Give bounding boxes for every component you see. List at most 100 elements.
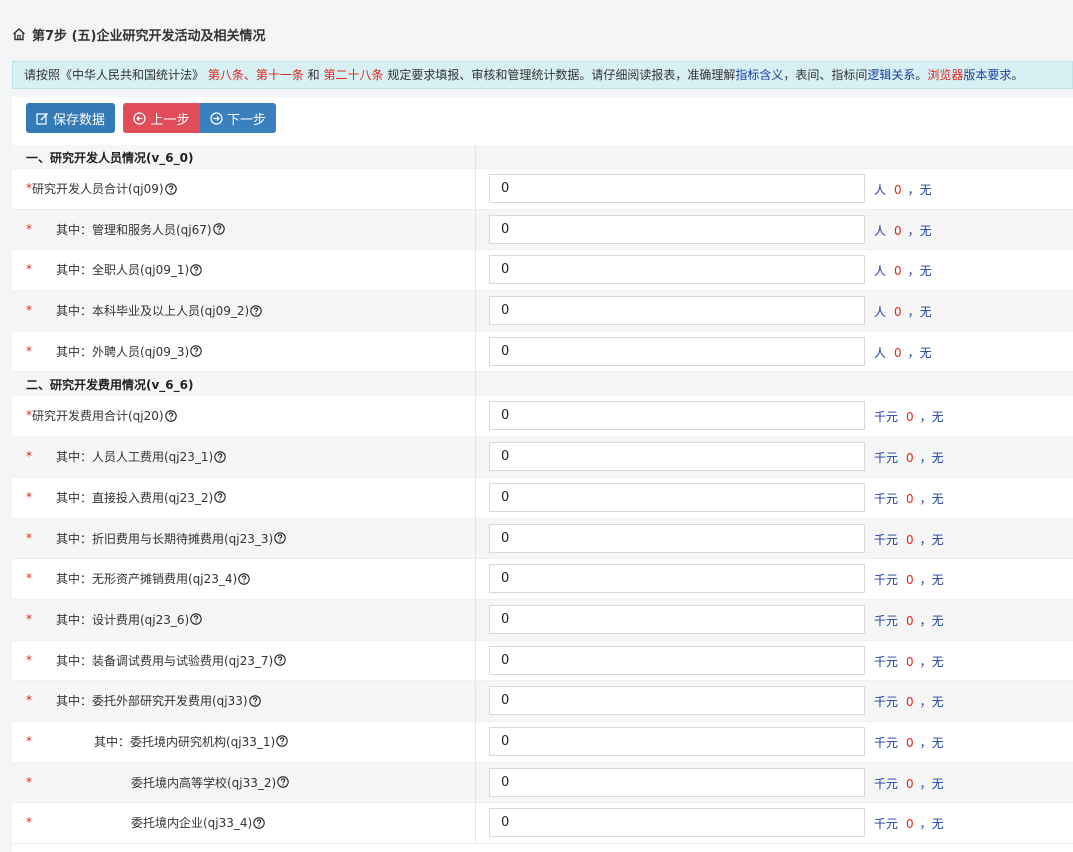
help-icon[interactable] (250, 304, 262, 317)
indicator-value-input[interactable] (489, 645, 865, 675)
notice-and: 和 (303, 68, 324, 82)
unit-note: ，无 (919, 695, 944, 710)
next-step-button[interactable]: 下一步 (200, 103, 276, 133)
table-row: * 其中：本科毕业及以上人员(qj09_2) 人0 ，无 (12, 291, 1073, 332)
unit-info: 千元 0 ，无 (874, 408, 944, 425)
browser-link[interactable]: 浏览器 (927, 68, 963, 82)
column-divider (475, 762, 476, 803)
help-icon[interactable] (274, 654, 286, 666)
indicator-meaning-link[interactable]: 指标含义 (735, 68, 783, 82)
required-marker: * (26, 611, 32, 626)
previous-step-label: 上一步 (150, 112, 190, 128)
column-divider (475, 518, 476, 559)
help-icon[interactable] (190, 613, 202, 626)
indicator-value-input[interactable] (489, 686, 865, 716)
indicator-value-input[interactable] (489, 604, 865, 634)
column-divider (475, 437, 476, 477)
toolbar: 保存数据 上一步 下一步 (26, 103, 276, 133)
prior-value: 0 (906, 735, 914, 750)
help-icon[interactable] (164, 410, 177, 422)
indicator-value-input[interactable] (489, 336, 865, 366)
table-row: * 其中：委托外部研究开发费用(qj33) 千元 0 ，无 (12, 681, 1073, 722)
prior-value: 0 (894, 305, 902, 320)
indicator-label-text: 其中：装备调试费用与试验费用(qj23_7) (56, 653, 274, 668)
unit-info: 千元 0 ，无 (874, 693, 944, 710)
column-divider (475, 477, 476, 518)
help-icon[interactable] (253, 817, 265, 829)
notice-text-2: 规定要求填报、审核和管理统计数据。请仔细阅读报表，准确理解 (383, 68, 736, 82)
section-header: 一、研究开发人员情况(v_6_0) (12, 145, 1073, 169)
unit-label: 千元 (874, 735, 899, 750)
indicator-label-text: 其中：本科毕业及以上人员(qj09_2) (56, 304, 250, 319)
help-icon[interactable] (164, 182, 177, 195)
unit-note: ，无 (919, 613, 944, 628)
unit-note: ，无 (919, 817, 944, 832)
indicator-label: 其中：全职人员(qj09_1) (56, 261, 202, 278)
table-row: *研究开发费用合计(qj20)千元0，无 (12, 396, 1073, 438)
indicator-value-input[interactable] (489, 255, 865, 285)
indicator-value-input[interactable] (489, 523, 865, 553)
unit-note: ，无 (919, 410, 944, 425)
indicator-label: 其中：装备调试费用与试验费用(qj23_7) (56, 652, 286, 669)
table-row: * 其中：全职人员(qj09_1) 人0 ，无 (12, 250, 1073, 292)
unit-info: 千元 0 ，无 (874, 734, 944, 751)
prior-value: 0 (906, 532, 914, 547)
arrow-circle-left-icon (133, 111, 147, 125)
unit-note: ，无 (907, 264, 932, 279)
indicator-value-input[interactable] (489, 174, 865, 203)
prior-value: 0 (906, 817, 914, 832)
unit-label: 千元 (874, 817, 899, 832)
help-icon[interactable] (277, 776, 289, 788)
help-icon[interactable] (214, 491, 226, 504)
indicator-value-input[interactable] (489, 214, 865, 244)
indicator-value-input[interactable] (489, 564, 865, 594)
notice-law-articles: 第八条、第十一条 (207, 68, 304, 82)
indicator-value-input[interactable] (489, 726, 865, 756)
unit-label: 人 (874, 305, 887, 320)
indicator-value-input[interactable] (489, 482, 865, 512)
help-icon[interactable] (212, 223, 225, 235)
unit-label: 千元 (874, 654, 899, 669)
indicator-table: 一、研究开发人员情况(v_6_0)*研究开发人员合计(qj09)人0，无*其中：… (12, 145, 1073, 844)
column-divider (475, 291, 476, 331)
prior-value: 0 (906, 654, 914, 669)
logic-relation-link[interactable]: 逻辑关系 (867, 68, 915, 82)
required-marker: * (26, 343, 32, 358)
prior-value: 0 (906, 776, 914, 791)
help-icon[interactable] (238, 572, 250, 585)
notice-text-5: 。 (1011, 68, 1024, 82)
help-icon[interactable] (248, 695, 261, 707)
help-icon[interactable] (214, 450, 226, 463)
home-icon[interactable] (12, 27, 26, 41)
required-marker: * (26, 221, 32, 236)
table-row: * 其中：管理和服务人员(qj67) 人0 ，无 (12, 209, 1073, 251)
indicator-label: 其中：人员人工费用(qj23_1) (56, 448, 226, 465)
indicator-value-input[interactable] (489, 767, 865, 797)
next-step-label: 下一步 (227, 112, 267, 128)
help-icon[interactable] (274, 532, 286, 544)
statistics-law-notice: 请按照《中华人民共和国统计法》 第八条、第十一条 和 第二十八条 规定要求填报、… (12, 61, 1073, 89)
column-divider (475, 250, 476, 291)
unit-info: 千元 0 ，无 (874, 653, 944, 670)
unit-info: 千元 0 ，无 (874, 815, 944, 832)
column-divider (475, 721, 476, 762)
help-icon[interactable] (276, 735, 288, 748)
help-icon[interactable] (190, 264, 202, 276)
notice-text-1: 请按照《中华人民共和国统计法》 (24, 68, 205, 82)
table-row: * 其中：无形资产摊销费用(qj23_4) 千元 0 ，无 (12, 559, 1073, 600)
indicator-value-input[interactable] (489, 808, 865, 838)
unit-label: 千元 (874, 776, 899, 791)
save-data-button[interactable]: 保存数据 (26, 103, 115, 133)
indicator-value-input[interactable] (489, 296, 865, 326)
indicator-label-text: 委托境内企业(qj33_4) (131, 816, 253, 831)
unit-info: 人 0 ，无 (874, 181, 932, 198)
previous-step-button[interactable]: 上一步 (123, 103, 200, 133)
indicator-value-input[interactable] (489, 442, 865, 472)
column-divider (475, 331, 476, 372)
help-icon[interactable] (190, 345, 202, 357)
indicator-value-input[interactable] (489, 401, 865, 431)
version-requirement-link[interactable]: 版本要求 (963, 68, 1011, 82)
unit-label: 人 (874, 183, 887, 197)
save-data-label: 保存数据 (53, 112, 106, 128)
prior-value: 0 (894, 223, 902, 238)
